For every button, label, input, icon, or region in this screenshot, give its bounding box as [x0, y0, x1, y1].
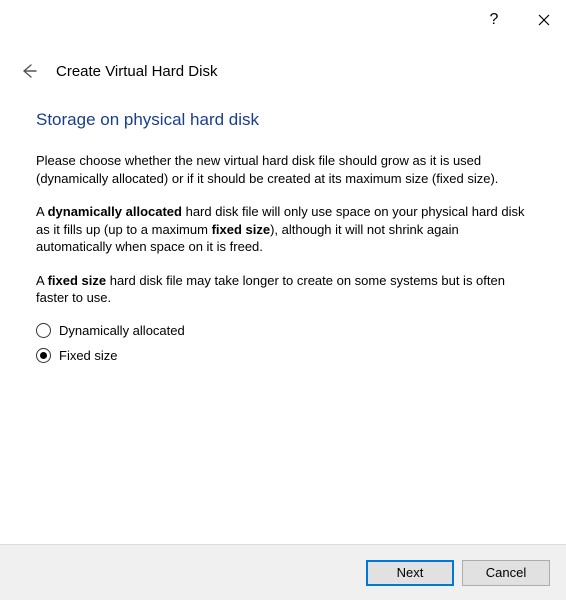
radio-icon: [36, 323, 51, 338]
content: Storage on physical hard disk Please cho…: [0, 100, 566, 363]
intro-paragraph: Please choose whether the new virtual ha…: [36, 152, 530, 187]
radio-label: Fixed size: [59, 348, 118, 363]
close-icon[interactable]: [530, 6, 558, 34]
bold-text: dynamically allocated: [48, 204, 182, 219]
footer: Next Cancel: [0, 544, 566, 600]
next-button[interactable]: Next: [366, 560, 454, 586]
bold-text: fixed size: [212, 222, 271, 237]
radio-icon: [36, 348, 51, 363]
text: hard disk file may take longer to create…: [36, 273, 505, 306]
section-heading: Storage on physical hard disk: [36, 110, 530, 130]
titlebar: ?: [0, 0, 566, 40]
close-icon-svg: [538, 14, 550, 26]
dynamic-paragraph: A dynamically allocated hard disk file w…: [36, 203, 530, 256]
wizard-header: Create Virtual Hard Disk: [0, 40, 566, 100]
help-icon[interactable]: ?: [480, 6, 508, 34]
bold-text: fixed size: [48, 273, 107, 288]
storage-type-radio-group: Dynamically allocated Fixed size: [36, 323, 530, 363]
text: A: [36, 204, 48, 219]
radio-fixed-size[interactable]: Fixed size: [36, 348, 530, 363]
cancel-button[interactable]: Cancel: [462, 560, 550, 586]
back-arrow-icon: [21, 63, 37, 79]
help-icon-glyph: ?: [490, 11, 499, 29]
radio-dynamically-allocated[interactable]: Dynamically allocated: [36, 323, 530, 338]
fixed-paragraph: A fixed size hard disk file may take lon…: [36, 272, 530, 307]
wizard-title: Create Virtual Hard Disk: [56, 63, 217, 80]
back-button[interactable]: [18, 60, 40, 82]
radio-label: Dynamically allocated: [59, 323, 185, 338]
text: A: [36, 273, 48, 288]
